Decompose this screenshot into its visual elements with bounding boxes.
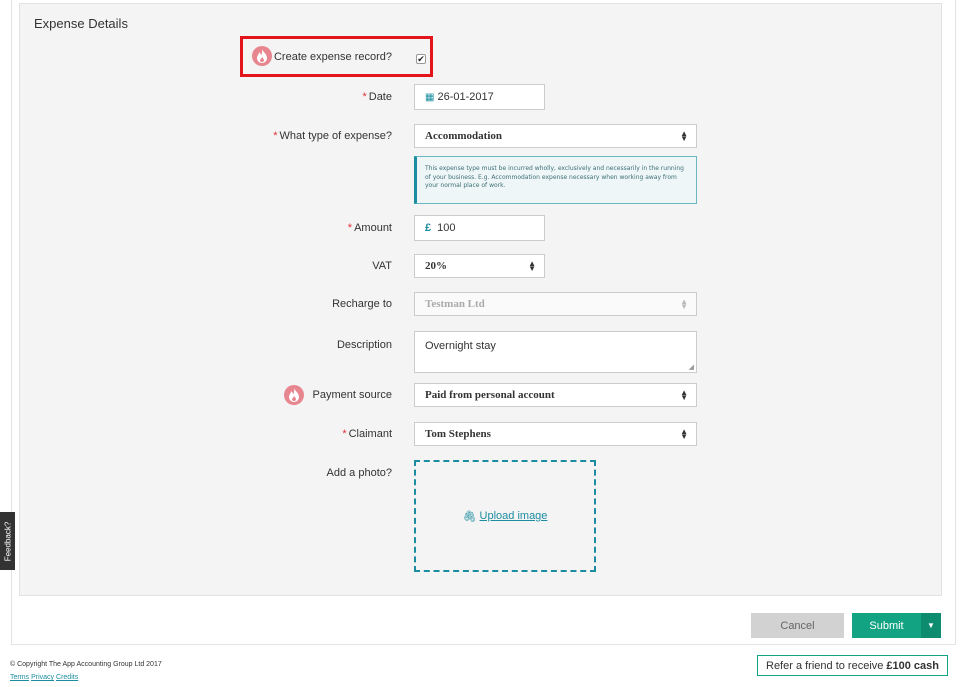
expense-info-box: This expense type must be incurred wholl… xyxy=(414,156,697,204)
create-record-label: Create expense record? xyxy=(273,51,392,63)
required-marker: * xyxy=(273,130,278,142)
submit-button[interactable]: Submit xyxy=(852,613,921,638)
amount-label: * Amount xyxy=(348,222,392,234)
payment-source-select[interactable]: Paid from personal account ▲ ▼ xyxy=(414,383,697,407)
vat-value: 20% xyxy=(425,260,447,272)
claimant-label-text: Claimant xyxy=(348,428,392,440)
expense-type-value: Accommodation xyxy=(425,130,502,142)
claimant-label: * Claimant xyxy=(342,428,392,440)
vat-select[interactable]: 20% ▲ ▼ xyxy=(414,254,545,278)
recharge-label: Recharge to xyxy=(332,298,392,310)
select-arrows-icon: ▲ ▼ xyxy=(680,129,688,143)
date-label: * Date xyxy=(362,91,392,103)
refer-text: Refer a friend to receive xyxy=(766,659,884,672)
cancel-button[interactable]: Cancel xyxy=(751,613,844,638)
panel-title: Expense Details xyxy=(34,16,128,31)
submit-dropdown-button[interactable]: ▼ xyxy=(921,613,941,638)
flame-icon xyxy=(252,46,272,66)
description-value: Overnight stay xyxy=(425,340,496,352)
required-marker: * xyxy=(347,222,353,234)
recharge-select[interactable]: Testman Ltd ▲ ▼ xyxy=(414,292,697,316)
resize-handle-icon[interactable]: ◢ xyxy=(689,363,694,371)
currency-symbol: £ xyxy=(425,222,432,234)
select-arrows-icon: ▲ ▼ xyxy=(680,388,688,402)
required-marker: * xyxy=(342,428,347,440)
caret-down-icon: ▼ xyxy=(927,621,935,630)
description-textarea[interactable]: Overnight stay ◢ xyxy=(414,331,697,373)
upload-dropzone[interactable]: 🖇 Upload image xyxy=(414,460,596,572)
calendar-icon: ▦ xyxy=(425,91,435,103)
privacy-link[interactable]: Privacy xyxy=(31,674,54,681)
payment-source-label: Payment source xyxy=(312,389,392,401)
claimant-value: Tom Stephens xyxy=(425,428,491,440)
required-marker: * xyxy=(362,91,367,103)
upload-image-link[interactable]: Upload image xyxy=(480,510,548,522)
select-arrows-icon: ▲ ▼ xyxy=(680,427,688,441)
recharge-value: Testman Ltd xyxy=(425,298,485,310)
date-input[interactable]: ▦ 26-01-2017 xyxy=(414,84,545,110)
flame-icon xyxy=(284,385,304,405)
amount-input[interactable]: £ 100 xyxy=(414,215,545,241)
footer-links: Terms Privacy Credits xyxy=(10,674,80,681)
select-arrows-icon: ▲ ▼ xyxy=(680,297,688,311)
refer-amount: £100 cash xyxy=(886,659,939,672)
payment-source-value: Paid from personal account xyxy=(425,389,555,401)
refer-friend-button[interactable]: Refer a friend to receive £100 cash xyxy=(757,655,948,676)
create-record-checkbox[interactable]: ✔ xyxy=(416,54,426,64)
terms-link[interactable]: Terms xyxy=(10,674,29,681)
photo-label: Add a photo? xyxy=(326,467,392,479)
expense-type-label: * What type of expense? xyxy=(273,130,392,142)
amount-label-text: Amount xyxy=(354,222,392,234)
feedback-label: Feedback? xyxy=(3,521,12,561)
expense-type-label-text: What type of expense? xyxy=(279,130,392,142)
date-label-text: Date xyxy=(368,91,392,103)
description-label: Description xyxy=(336,339,392,351)
paperclip-icon: 🖇 xyxy=(462,510,477,523)
feedback-tab[interactable]: Feedback? xyxy=(0,512,15,570)
amount-value: 100 xyxy=(437,222,456,234)
select-arrows-icon: ▲ ▼ xyxy=(528,259,536,273)
claimant-select[interactable]: Tom Stephens ▲ ▼ xyxy=(414,422,697,446)
date-value: 26-01-2017 xyxy=(437,91,494,103)
expense-type-select[interactable]: Accommodation ▲ ▼ xyxy=(414,124,697,148)
credits-link[interactable]: Credits xyxy=(56,674,78,681)
vat-label: VAT xyxy=(372,260,392,272)
copyright-text: © Copyright The App Accounting Group Ltd… xyxy=(10,661,162,668)
